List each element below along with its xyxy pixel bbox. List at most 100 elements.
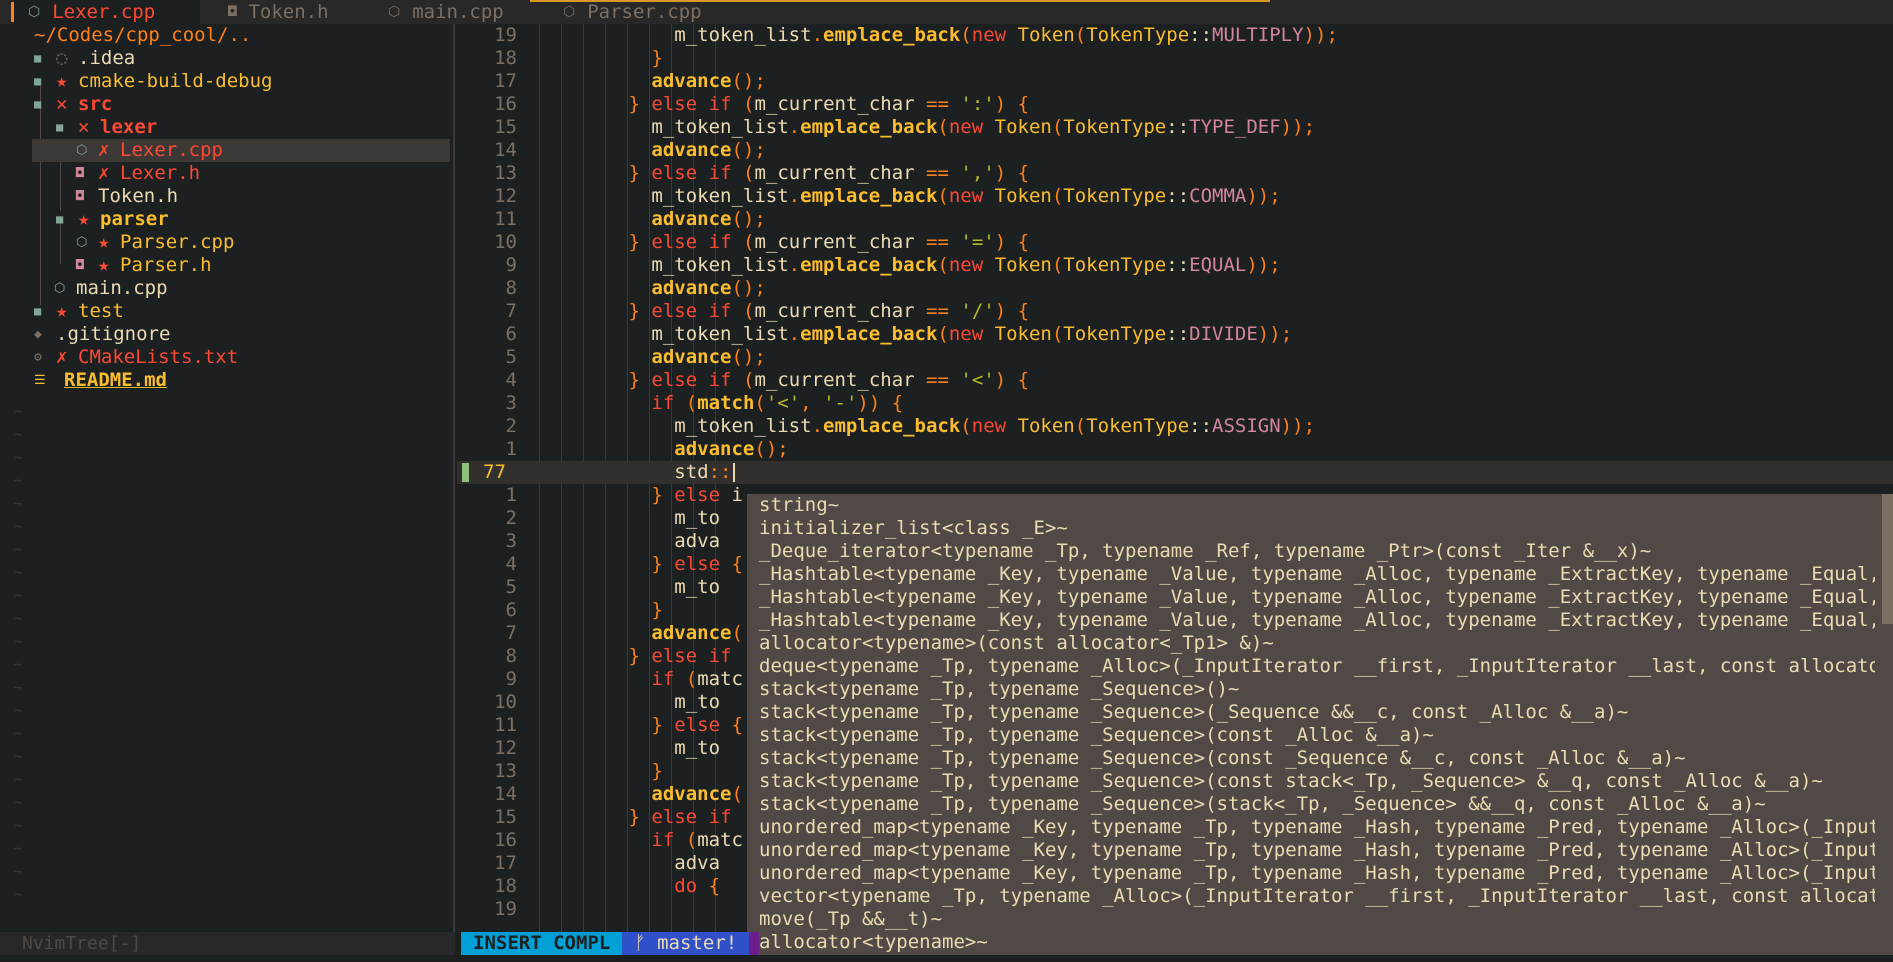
code-text: if (matc xyxy=(651,829,743,851)
code-line[interactable]: 1 advance(); xyxy=(457,438,1893,461)
code-line[interactable]: 19 m_token_list.emplace_back(new Token(T… xyxy=(457,24,1893,47)
line-number: 10 xyxy=(494,691,517,713)
completion-popup[interactable]: string~ initializer_list<class _E>~ _Deque… xyxy=(747,494,1893,962)
completion-item[interactable]: stack<typename _Tp, typename _Sequence>(… xyxy=(747,747,1875,770)
line-number: 7 xyxy=(505,622,517,644)
completion-item[interactable]: stack<typename _Tp, typename _Sequence>(… xyxy=(747,793,1875,816)
gear-icon: ⚙ xyxy=(34,350,42,365)
completion-item[interactable]: unordered_map<typename _Key, typename _T… xyxy=(747,862,1875,885)
line-number: 12 xyxy=(494,737,517,759)
completion-item[interactable]: _Hashtable<typename _Key, typename _Valu… xyxy=(747,563,1875,586)
tree-item-parser-cpp[interactable]: ⬡ ★ Parser.cpp xyxy=(0,231,455,254)
empty-line-marker: ~ xyxy=(14,818,23,834)
line-number: 3 xyxy=(505,530,517,552)
line-number: 19 xyxy=(494,898,517,920)
code-text: adva xyxy=(674,852,721,874)
code-text: } else if (m_current_char == ':') { xyxy=(628,93,1030,115)
code-line[interactable]: 17 advance(); xyxy=(457,70,1893,93)
tab-parser-cpp[interactable]: ⬡ Parser.cpp xyxy=(535,0,715,24)
code-line[interactable]: 9 m_token_list.emplace_back(new Token(To… xyxy=(457,254,1893,277)
folder-icon: ■ xyxy=(34,304,42,318)
statusline-separator xyxy=(749,932,760,955)
line-number: 14 xyxy=(494,783,517,805)
completion-item[interactable]: deque<typename _Tp, typename _Alloc>(_In… xyxy=(747,655,1875,678)
code-line[interactable]: 11 advance(); xyxy=(457,208,1893,231)
empty-line-marker: ~ xyxy=(14,404,23,420)
tree-item-main-cpp[interactable]: ⬡ main.cpp xyxy=(0,277,455,300)
completion-item[interactable]: stack<typename _Tp, typename _Sequence>(… xyxy=(747,724,1875,747)
code-line[interactable]: 18 } xyxy=(457,47,1893,70)
line-number: 4 xyxy=(505,369,517,391)
empty-line-marker: ~ xyxy=(14,703,23,719)
completion-scrollbar-thumb[interactable] xyxy=(1882,494,1893,624)
completion-item[interactable]: _Hashtable<typename _Key, typename _Valu… xyxy=(747,586,1875,609)
tree-item-cmakelists[interactable]: ⚙ ✗ CMakeLists.txt xyxy=(0,346,455,369)
code-line[interactable]: 6 m_token_list.emplace_back(new Token(To… xyxy=(457,323,1893,346)
completion-item[interactable]: stack<typename _Tp, typename _Sequence>(… xyxy=(747,678,1875,701)
code-text: } else { xyxy=(651,714,743,736)
completion-item[interactable]: _Deque_iterator<typename _Tp, typename _… xyxy=(747,540,1875,563)
tree-item-lexer-h[interactable]: ◘ ✗ Lexer.h xyxy=(0,162,455,185)
code-text: } else i xyxy=(651,484,743,506)
folder-icon: ■ xyxy=(34,51,42,65)
code-text: m_token_list.emplace_back(new Token(Toke… xyxy=(651,254,1281,276)
code-text: advance( xyxy=(651,783,743,805)
header-icon: ◘ xyxy=(228,4,237,20)
code-line[interactable]: 7 } else if (m_current_char == '/') { xyxy=(457,300,1893,323)
completion-item[interactable]: _Hashtable<typename _Key, typename _Valu… xyxy=(747,609,1875,632)
completion-item[interactable]: stack<typename _Tp, typename _Sequence>(… xyxy=(747,770,1875,793)
code-line-current[interactable]: 77 std:: xyxy=(457,461,1893,484)
tab-main-cpp[interactable]: ⬡ main.cpp xyxy=(360,0,535,24)
tab-token-h[interactable]: ◘ Token.h xyxy=(200,0,360,24)
code-line[interactable]: 5 advance(); xyxy=(457,346,1893,369)
empty-line-marker: ~ xyxy=(14,519,23,535)
tree-item-lexer[interactable]: ■ ✕ lexer xyxy=(0,116,455,139)
code-line[interactable]: 16 } else if (m_current_char == ':') { xyxy=(457,93,1893,116)
code-text: } else if (m_current_char == '/') { xyxy=(628,300,1030,322)
line-number: 13 xyxy=(494,162,517,184)
statusline: INSERT COMPL ᚠ master! xyxy=(461,932,760,955)
code-line[interactable]: 10 } else if (m_current_char == '=') { xyxy=(457,231,1893,254)
line-number: 16 xyxy=(494,829,517,851)
completion-item[interactable]: allocator<typename>~ xyxy=(747,931,1875,954)
completion-item[interactable]: unordered_map<typename _Key, typename _T… xyxy=(747,839,1875,862)
completion-item[interactable]: allocator<typename>(const allocator<_Tp1… xyxy=(747,632,1875,655)
completion-item[interactable]: initializer_list<class _E>~ xyxy=(747,517,1875,540)
tree-item-test[interactable]: ■ ★ test xyxy=(0,300,455,323)
code-text: m_token_list.emplace_back(new Token(Toke… xyxy=(651,323,1293,345)
empty-line-marker: ~ xyxy=(14,726,23,742)
code-text: } xyxy=(651,47,663,69)
line-number: 5 xyxy=(505,346,517,368)
tree-item-cmake-build-debug[interactable]: ■ ★ cmake-build-debug xyxy=(0,70,455,93)
completion-item[interactable]: move(_Tp &&__t)~ xyxy=(747,908,1875,931)
tab-lexer-cpp[interactable]: ⬡ Lexer.cpp xyxy=(14,0,200,24)
completion-item[interactable]: string~ xyxy=(747,494,1875,517)
tree-item-parser[interactable]: ■ ★ parser xyxy=(0,208,455,231)
tree-item-gitignore[interactable]: ◆ .gitignore xyxy=(0,323,455,346)
code-line[interactable]: 2 m_token_list.emplace_back(new Token(To… xyxy=(457,415,1893,438)
tree-root-path[interactable]: ~/Codes/cpp_cool/.. xyxy=(0,24,455,47)
tree-item-idea[interactable]: ■ ◌ .idea xyxy=(0,47,455,70)
tree-item-readme[interactable]: ☰ README.md xyxy=(0,369,455,392)
cpp-icon: ⬡ xyxy=(76,235,88,250)
command-line[interactable] xyxy=(0,955,1893,962)
code-line[interactable]: 3 if (match('<', '-')) { xyxy=(457,392,1893,415)
completion-item[interactable]: stack<typename _Tp, typename _Sequence>(… xyxy=(747,701,1875,724)
tree-item-parser-h[interactable]: ◘ ★ Parser.h xyxy=(0,254,455,277)
tree-item-token-h[interactable]: ◘ Token.h xyxy=(0,185,455,208)
line-number: 11 xyxy=(494,208,517,230)
completion-scrollbar[interactable] xyxy=(1882,494,1893,962)
code-line[interactable]: 12 m_token_list.emplace_back(new Token(T… xyxy=(457,185,1893,208)
git-branch[interactable]: ᚠ master! xyxy=(622,932,750,955)
tree-item-lexer-cpp[interactable]: ⬡ ✗ Lexer.cpp xyxy=(0,139,455,162)
code-line[interactable]: 4 } else if (m_current_char == '<') { xyxy=(457,369,1893,392)
code-line[interactable]: 14 advance(); xyxy=(457,139,1893,162)
markdown-icon: ☰ xyxy=(34,373,46,388)
code-line[interactable]: 13 } else if (m_current_char == ',') { xyxy=(457,162,1893,185)
completion-item[interactable]: vector<typename _Tp, typename _Alloc>(_I… xyxy=(747,885,1875,908)
code-line[interactable]: 8 advance(); xyxy=(457,277,1893,300)
tree-item-src[interactable]: ■ ✕ src xyxy=(0,93,455,116)
code-line[interactable]: 15 m_token_list.emplace_back(new Token(T… xyxy=(457,116,1893,139)
completion-item[interactable]: unordered_map<typename _Key, typename _T… xyxy=(747,816,1875,839)
line-number: 3 xyxy=(505,392,517,414)
